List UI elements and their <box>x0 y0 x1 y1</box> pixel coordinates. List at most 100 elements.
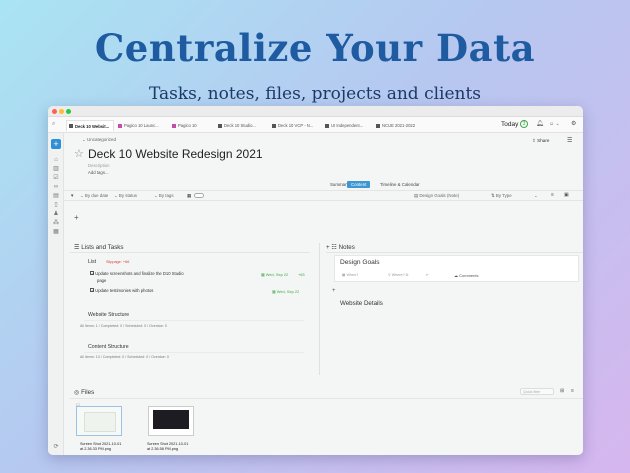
stats-icon[interactable]: ▥ <box>53 166 59 172</box>
contact-icon[interactable]: ♟ <box>53 211 59 217</box>
app-window: ⌕ Deck 10 Websit... Pagico 10 Launc... P… <box>48 106 583 455</box>
add-button[interactable]: + <box>51 139 61 149</box>
tab-label: Deck 10 VCP - N... <box>278 123 314 128</box>
tab-deck10-vcp[interactable]: Deck 10 VCP - N... <box>270 120 318 131</box>
task-text-continued: page <box>97 277 107 283</box>
project-title[interactable]: Deck 10 Website Redesign 2021 <box>88 147 263 161</box>
link-icon[interactable]: ∞ <box>53 184 59 190</box>
filter-status[interactable]: ⌄ By status <box>114 193 137 199</box>
star-icon[interactable]: ☆ <box>74 147 84 160</box>
tab-pagico10[interactable]: Pagico 10 <box>170 120 210 131</box>
task-checkbox[interactable]: ✓ <box>90 271 94 276</box>
divider <box>70 252 310 253</box>
thumbnail-preview <box>84 412 116 432</box>
tab-timeline-calendar[interactable]: Timeline & Calendar <box>376 181 424 188</box>
sort-label: Design Goals (Note) <box>419 193 460 198</box>
file-name-line: at 2.36.58 PM.png <box>147 447 179 451</box>
checklist-icon[interactable]: ☑ <box>53 175 59 181</box>
subsection-title[interactable]: Website Structure <box>88 312 129 318</box>
files-section-title[interactable]: ◎ Files <box>74 389 94 396</box>
task-row[interactable]: ✓ Update testimonies with photos <box>90 288 153 293</box>
menu-icon[interactable]: ☰ <box>567 137 572 144</box>
note-comments[interactable]: ☁ Comments <box>454 273 478 278</box>
subsection-title[interactable]: Content Structure <box>88 344 129 350</box>
document-icon[interactable]: ▯ <box>53 202 59 208</box>
tab-label: UI Independent... <box>331 123 364 128</box>
filter-due-date[interactable]: ⌄ By due date <box>80 193 108 199</box>
file-name-line: Screen Shot 2021-10-01 <box>147 442 189 446</box>
add-tags-field[interactable]: Add tags... <box>88 170 109 175</box>
sort-type[interactable]: ⇅ By Type <box>491 193 512 199</box>
share-label: Share <box>537 138 550 143</box>
file-thumbnail[interactable] <box>148 406 194 436</box>
today-label[interactable]: Today <box>501 121 518 128</box>
note-when-label: When? <box>346 273 359 277</box>
close-window-icon[interactable] <box>52 109 57 114</box>
minimize-window-icon[interactable] <box>59 109 64 114</box>
home-icon[interactable]: ⌂ <box>53 157 59 163</box>
archive-icon[interactable]: ▦ <box>53 229 59 235</box>
note-when[interactable]: ▦ When? <box>342 273 358 277</box>
file-thumbnail[interactable] <box>76 406 122 436</box>
files-icon: ◎ <box>74 389 80 396</box>
note-details-title[interactable]: Website Details <box>340 300 383 307</box>
gear-icon[interactable]: ⚙︎ <box>571 120 576 127</box>
list-view-icon[interactable]: ≡ <box>551 192 554 198</box>
panel-view-icon[interactable]: ▣ <box>564 192 569 198</box>
folder-icon[interactable]: ▤ <box>53 193 59 199</box>
note-link-icon[interactable]: ⇤ <box>426 273 429 277</box>
file-name[interactable]: Screen Shot 2021-10-01 at 2.36.33 PM.png <box>80 442 121 452</box>
toggle-switch[interactable] <box>194 193 204 198</box>
tab-ncue[interactable]: NCUE 2021-2022 <box>374 120 418 131</box>
file-name[interactable]: Screen Shot 2021-10-01 at 2.36.58 PM.png <box>147 442 188 452</box>
divider <box>326 252 583 253</box>
sort-primary[interactable]: ▤ Design Goals (Note) <box>414 193 459 199</box>
project-icon <box>272 123 276 128</box>
task-date: Wed, Sep 22 <box>265 272 289 277</box>
list-view-icon[interactable]: ≡ <box>571 388 574 394</box>
lists-section-title[interactable]: ☰ Lists and Tasks <box>74 244 123 251</box>
task-checkbox[interactable]: ✓ <box>90 288 94 293</box>
project-icon <box>325 123 329 128</box>
tab-deck10-studio[interactable]: Deck 10 Studio... <box>216 120 264 131</box>
sort-direction-icon[interactable]: ⌄ <box>534 193 538 199</box>
grid-view-icon[interactable]: ⊞ <box>560 388 564 394</box>
subsection-stats: All Items: 13 / Completed: 0 / Scheduled… <box>80 355 169 359</box>
add-note-button[interactable]: + <box>332 288 336 294</box>
tab-content[interactable]: Content <box>347 181 371 188</box>
zoom-window-icon[interactable] <box>66 109 71 114</box>
calendar-icon[interactable]: ▦ <box>187 193 191 199</box>
bell-icon[interactable]: 🔔︎ <box>536 120 544 127</box>
task-text: Update testimonies with photos <box>95 288 154 293</box>
files-quick-filter[interactable]: Quick filter <box>520 388 554 395</box>
note-where[interactable]: ⚲ Where? ⧉ <box>388 273 408 277</box>
divider <box>64 200 583 201</box>
team-icon[interactable]: ⁂ <box>53 220 59 226</box>
note-where-label: Where? <box>391 273 405 277</box>
notes-section-title[interactable]: + ☷ Notes <box>326 244 355 251</box>
search-icon[interactable]: ⌕ <box>52 121 55 128</box>
user-icon[interactable]: ☺︎ ⌄ <box>549 121 560 127</box>
task-due-date: ▦ Wed, Sep 22 <box>261 272 289 277</box>
sync-icon[interactable]: ⟳ <box>53 444 59 450</box>
filter-tags[interactable]: ⌄ By tags <box>154 193 174 199</box>
share-button[interactable]: ⇪ Share <box>532 138 549 144</box>
filter-icon[interactable]: ▼ <box>70 193 74 198</box>
tab-pagico10-launch[interactable]: Pagico 10 Launc... <box>116 120 164 131</box>
list-name[interactable]: List <box>88 259 96 265</box>
add-item-button[interactable]: + <box>74 213 79 222</box>
description-field[interactable]: Description <box>88 163 110 168</box>
task-row[interactable]: ✓ Update screenshots and finalize the D1… <box>90 271 184 284</box>
project-icon <box>118 123 122 128</box>
note-title[interactable]: Design Goals <box>340 259 380 266</box>
tab-ui-independent[interactable]: UI Independent... <box>323 120 371 131</box>
category-selector[interactable]: ⌄ Uncategorized <box>82 137 116 143</box>
tab-deck10-website[interactable]: Deck 10 Websit... <box>66 120 114 131</box>
notes-title-label: Notes <box>338 244 355 251</box>
tab-label: Deck 10 Studio... <box>224 123 256 128</box>
divider <box>64 190 583 191</box>
filter-label: By status <box>118 193 137 198</box>
add-note-icon[interactable]: + <box>326 244 330 251</box>
today-count-badge[interactable]: 3 <box>520 120 528 128</box>
thumbnail-preview <box>153 410 189 429</box>
